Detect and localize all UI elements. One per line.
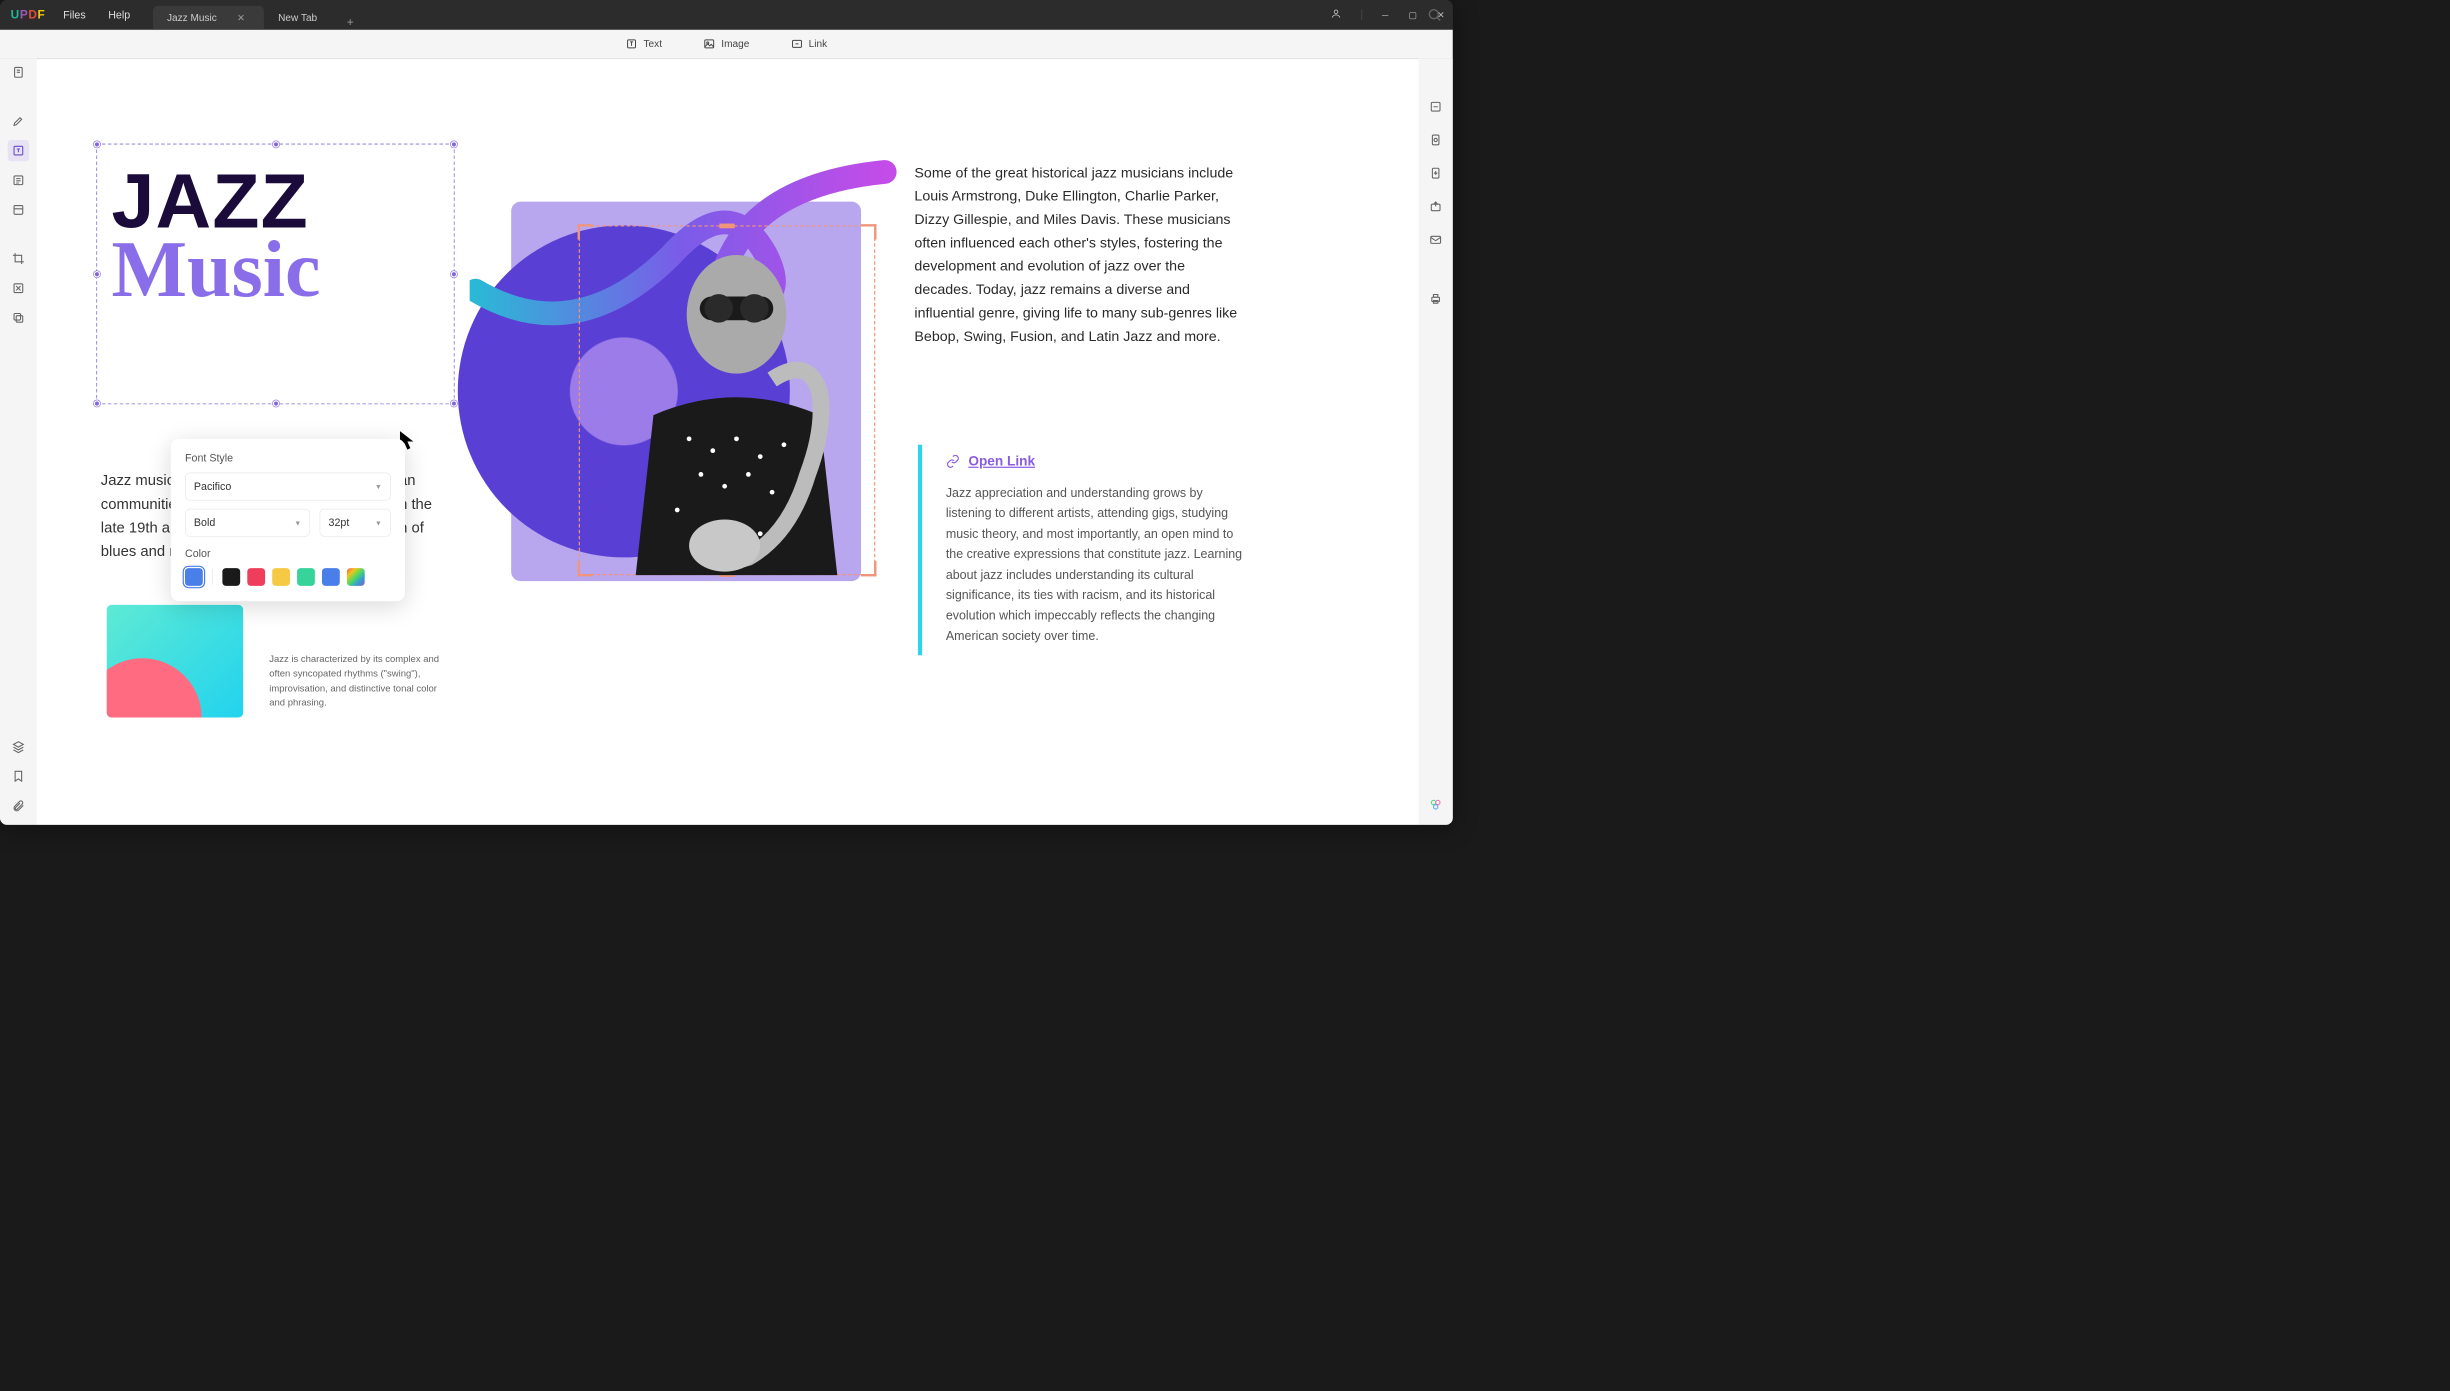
color-swatch-blue2[interactable] (322, 568, 340, 586)
layers-icon[interactable] (8, 736, 29, 757)
resize-handle[interactable] (94, 141, 101, 148)
ocr-icon[interactable] (8, 278, 29, 299)
share-icon[interactable] (1426, 197, 1445, 216)
edit-toolbar: Text Image Link (0, 30, 1453, 58)
resize-handle[interactable] (272, 400, 279, 407)
image-icon (704, 38, 716, 50)
link-icon (946, 454, 960, 468)
link-description[interactable]: Jazz appreciation and understanding grow… (946, 483, 1250, 646)
font-size-select[interactable]: 32pt ▼ (320, 509, 391, 537)
chevron-down-icon: ▼ (294, 519, 301, 527)
font-family-select[interactable]: Pacifico ▼ (185, 473, 391, 501)
bookmark-icon[interactable] (8, 766, 29, 787)
minimize-icon[interactable]: ─ (1382, 10, 1388, 20)
image-caption[interactable]: Jazz is characterized by its complex and… (269, 652, 441, 711)
print-icon[interactable] (1426, 289, 1445, 308)
tool-link[interactable]: Link (791, 38, 827, 50)
open-link[interactable]: Open Link (968, 453, 1035, 469)
document-canvas[interactable]: JAZZ Music Jazz music has its roots in t… (37, 59, 1419, 825)
color-swatch-yellow[interactable] (272, 568, 290, 586)
text-icon (626, 38, 638, 50)
convert-icon[interactable] (8, 307, 29, 328)
color-label: Color (185, 547, 391, 559)
close-icon[interactable]: ✕ (237, 12, 245, 24)
text-selection-box[interactable]: JAZZ Music (96, 144, 455, 405)
search-icon[interactable] (1427, 7, 1442, 22)
resize-handle[interactable] (451, 271, 458, 278)
page-icon[interactable] (8, 62, 29, 83)
crop-handle[interactable] (578, 561, 593, 576)
crop-handle[interactable] (719, 224, 734, 229)
right-toolbar (1418, 58, 1452, 825)
content-area: JAZZ Music Jazz music has its roots in t… (0, 58, 1453, 825)
document-icon[interactable] (1426, 130, 1445, 149)
tab-jazz-music[interactable]: Jazz Music ✕ (153, 6, 264, 30)
tab-label: Jazz Music (167, 12, 217, 24)
titlebar: UPDF Files Help Jazz Music ✕ New Tab + ─… (0, 0, 1453, 30)
hero-illustration (476, 160, 891, 587)
user-icon[interactable] (1330, 8, 1341, 21)
export-icon[interactable] (1426, 97, 1445, 116)
font-style-panel: Font Style Pacifico ▼ Bold ▼ 32pt ▼ Colo… (171, 439, 405, 601)
crop-icon[interactable] (8, 248, 29, 269)
resize-handle[interactable] (451, 400, 458, 407)
tab-strip: Jazz Music ✕ New Tab + (153, 0, 365, 30)
tab-label: New Tab (278, 12, 317, 24)
crop-handle[interactable] (578, 224, 593, 239)
menu-files[interactable]: Files (63, 9, 86, 21)
app-logo: UPDF (11, 8, 46, 22)
color-swatch-red[interactable] (247, 568, 265, 586)
edit-text-icon[interactable] (8, 140, 29, 161)
form-icon[interactable] (8, 170, 29, 191)
color-swatch-teal[interactable] (297, 568, 315, 586)
chevron-down-icon: ▼ (375, 482, 382, 490)
app-window: UPDF Files Help Jazz Music ✕ New Tab + ─… (0, 0, 1453, 825)
image-thumbnail[interactable] (107, 605, 243, 718)
tool-image[interactable]: Image (704, 38, 750, 50)
menu-help[interactable]: Help (108, 9, 130, 21)
link-icon (791, 38, 803, 50)
add-tab-button[interactable]: + (336, 16, 364, 30)
attachment-icon[interactable] (8, 795, 29, 816)
right-paragraph[interactable]: Some of the great historical jazz musici… (914, 161, 1246, 348)
color-swatch-black[interactable] (222, 568, 240, 586)
font-weight-select[interactable]: Bold ▼ (185, 509, 310, 537)
sparkle-icon[interactable] (1426, 795, 1445, 814)
color-swatch-custom[interactable] (347, 568, 365, 586)
left-sidebar (0, 58, 37, 825)
resize-handle[interactable] (94, 400, 101, 407)
chevron-down-icon: ▼ (375, 519, 382, 527)
person-photo[interactable] (606, 237, 867, 575)
main-menu: Files Help (63, 9, 130, 21)
tool-text[interactable]: Text (626, 38, 662, 50)
color-swatches (185, 568, 391, 586)
font-style-label: Font Style (185, 452, 391, 464)
tab-new[interactable]: New Tab (264, 6, 336, 30)
color-swatch-blue[interactable] (185, 568, 203, 586)
resize-handle[interactable] (94, 271, 101, 278)
resize-handle[interactable] (451, 141, 458, 148)
resize-handle[interactable] (272, 141, 279, 148)
link-callout: Open Link Jazz appreciation and understa… (918, 445, 1250, 655)
page-layout-icon[interactable] (8, 199, 29, 220)
maximize-icon[interactable]: ▢ (1409, 9, 1417, 20)
mail-icon[interactable] (1426, 230, 1445, 249)
title-text-music[interactable]: Music (111, 234, 439, 306)
save-icon[interactable] (1426, 164, 1445, 183)
highlighter-icon[interactable] (8, 110, 29, 131)
